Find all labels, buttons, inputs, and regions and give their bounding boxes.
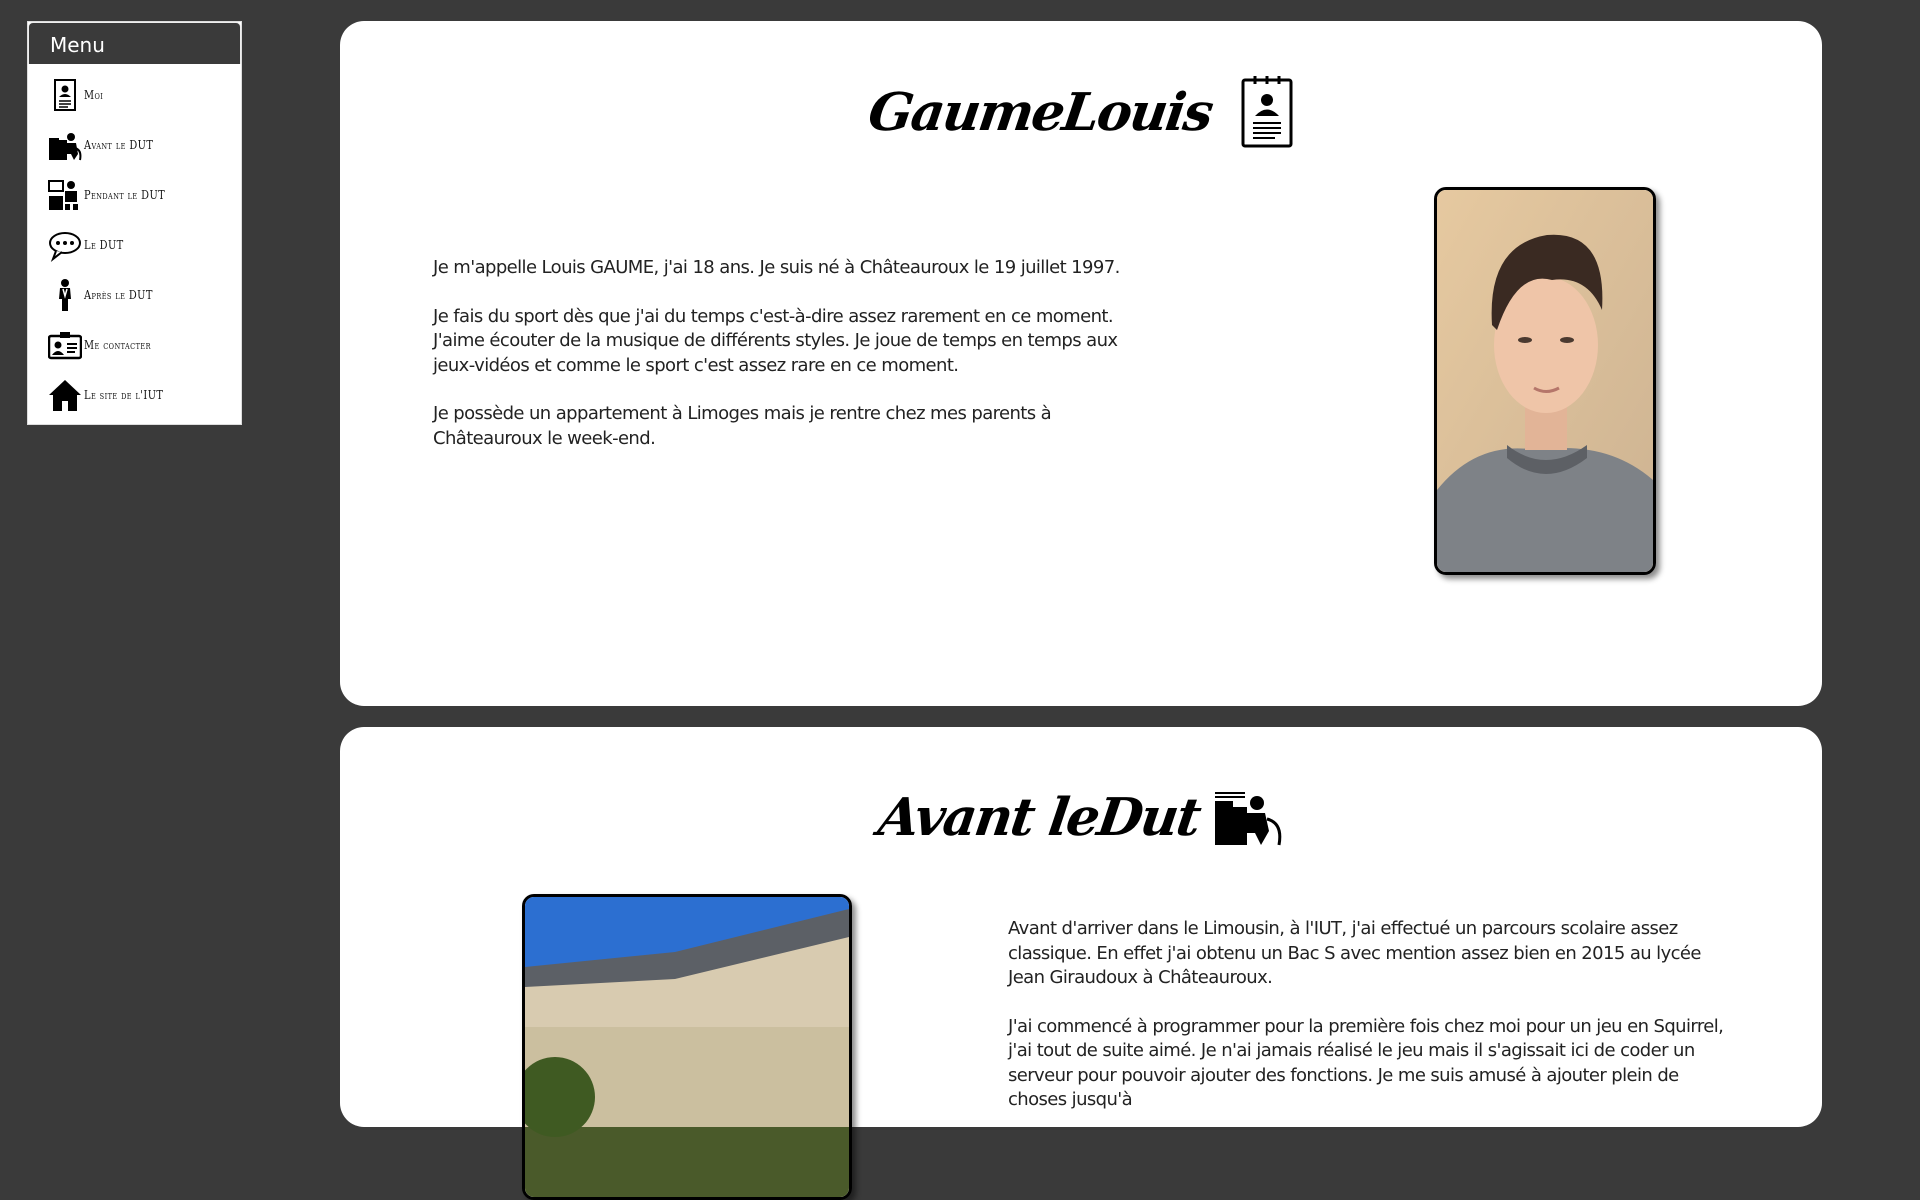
menu-item-label: Le site de l'IUT bbox=[84, 388, 164, 402]
avant-paragraph: J'ai commencé à programmer pour la premi… bbox=[1008, 1015, 1724, 1111]
menu-item-site-iut[interactable]: Le site de l'IUT bbox=[28, 370, 241, 420]
chat-bubble-icon bbox=[49, 232, 81, 262]
about-paragraph: Je possède un appartement à Limoges mais… bbox=[433, 403, 1052, 449]
menu-item-label: Moi bbox=[84, 88, 104, 102]
menu-item-label: Pendant le DUT bbox=[84, 188, 166, 202]
menu-item-me-contacter[interactable]: Me contacter bbox=[28, 320, 241, 370]
school-photo bbox=[522, 894, 852, 1200]
student-desk-icon bbox=[1214, 791, 1282, 845]
about-text: Je m'appelle Louis GAUME, j'ai 18 ans. J… bbox=[433, 256, 1153, 475]
portrait-image bbox=[1437, 190, 1653, 572]
menu-item-le-dut[interactable]: Le DUT bbox=[28, 220, 241, 270]
student-desk-icon bbox=[49, 133, 82, 161]
section-avant-le-dut: Avant leDut Avant d'arriver dans le Limo… bbox=[340, 727, 1822, 1200]
section-moi: GaumeLouis Je m'appelle Louis GAUME, j'a… bbox=[340, 21, 1822, 706]
avant-paragraph: Avant d'arriver dans le Limousin, à l'IU… bbox=[1008, 918, 1701, 988]
contact-card-icon bbox=[48, 332, 82, 360]
resume-icon bbox=[1241, 76, 1293, 148]
menu-list: Moi Avant le DUT Pendant le DUT Le DUT A… bbox=[28, 64, 241, 424]
about-paragraph: Je m'appelle Louis GAUME, j'ai 18 ans. J… bbox=[433, 257, 1120, 278]
section-title-row: Avant leDut bbox=[340, 787, 1822, 848]
menu-item-apres-le-dut[interactable]: Après le DUT bbox=[28, 270, 241, 320]
menu-item-pendant-le-dut[interactable]: Pendant le DUT bbox=[28, 170, 241, 220]
menu-item-label: Après le DUT bbox=[84, 288, 153, 302]
graduate-person-icon bbox=[59, 279, 71, 311]
classroom-icon bbox=[48, 180, 78, 210]
menu-item-label: Le DUT bbox=[84, 238, 124, 252]
menu-item-moi[interactable]: Moi bbox=[28, 70, 241, 120]
menu-item-label: Avant le DUT bbox=[84, 138, 154, 152]
school-building-image bbox=[525, 897, 849, 1197]
menu-item-avant-le-dut[interactable]: Avant le DUT bbox=[28, 120, 241, 170]
section-title-row: GaumeLouis bbox=[340, 76, 1822, 148]
menu-title: Menu bbox=[28, 22, 241, 64]
resume-icon bbox=[54, 79, 76, 111]
home-icon bbox=[49, 380, 81, 411]
profile-photo bbox=[1434, 187, 1656, 575]
section-title: Avant leDut bbox=[874, 787, 1204, 848]
page-title: GaumeLouis bbox=[864, 81, 1216, 143]
menu-item-label: Me contacter bbox=[84, 338, 151, 352]
sidebar-menu: Menu Moi Avant le DUT Pendant le DUT Le … bbox=[27, 21, 242, 425]
about-paragraph: Je fais du sport dès que j'ai du temps c… bbox=[433, 305, 1118, 376]
avant-text: Avant d'arriver dans le Limousin, à l'IU… bbox=[1008, 917, 1736, 1137]
